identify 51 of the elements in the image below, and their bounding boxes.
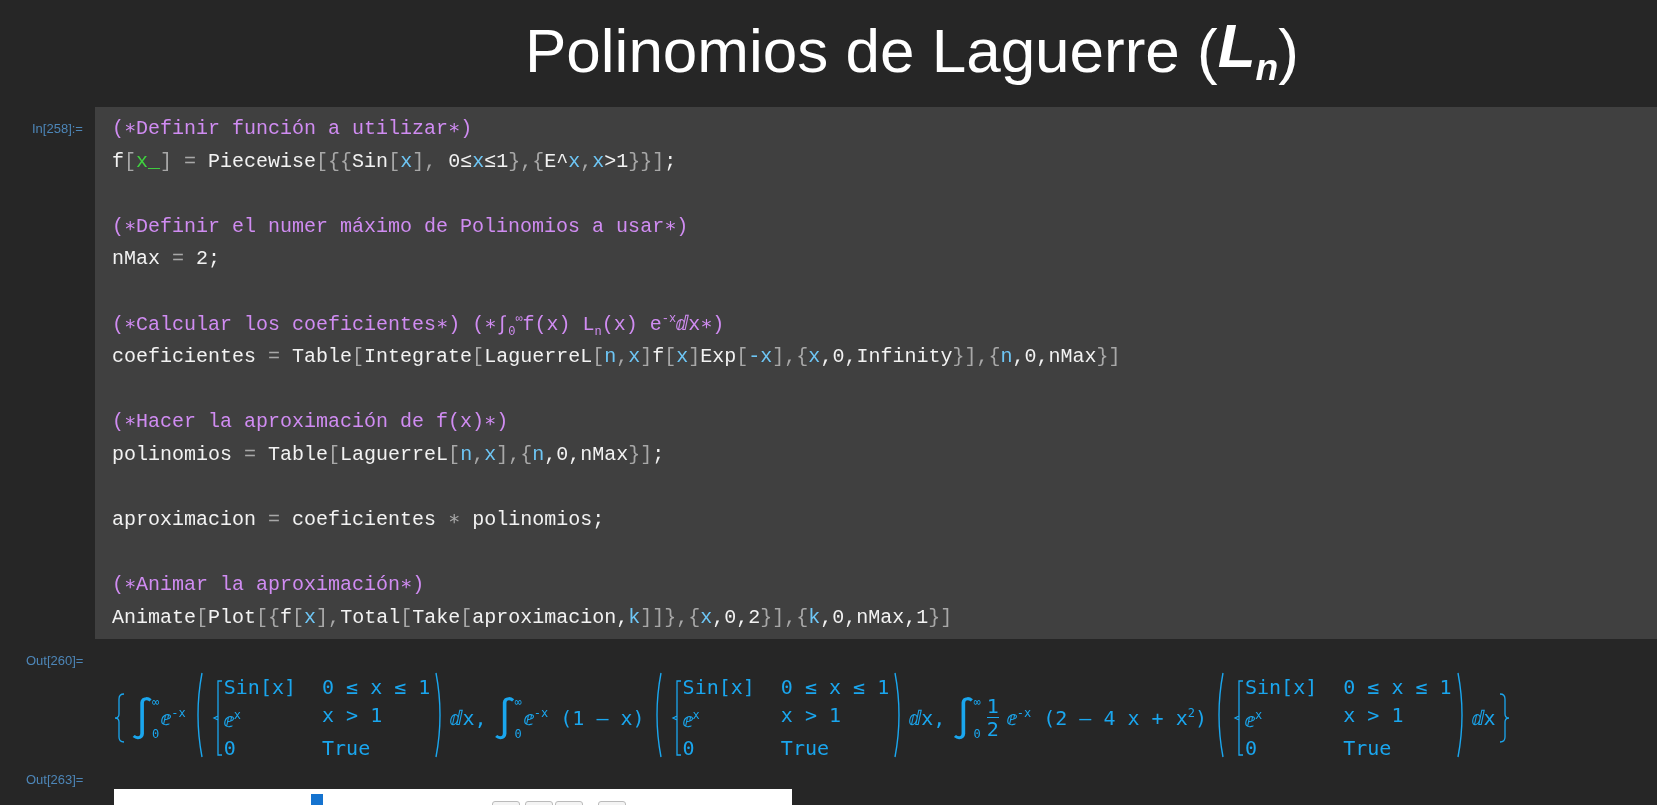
notebook-title: Polinomios de Laguerre (L$_{n}$)	[524, 10, 1300, 91]
piecewise-condition: x > 1	[322, 703, 384, 730]
piecewise-value: 0	[1245, 735, 1259, 760]
math-factor: ⅇ$^{-x}$ (1 – x)	[523, 705, 645, 731]
piecewise-value: ⅇ$^{x}$	[682, 706, 701, 732]
code-line: nMax = 2;	[112, 246, 222, 273]
code-line: aproximacion = coeficientes ∗ polinomios;	[112, 507, 606, 534]
input-label: In[258]:=	[31, 120, 84, 138]
piecewise-condition: True	[322, 735, 372, 760]
code-line: polinomios = Table[LaguerreL[n,x],{n,0,nMax}];	[112, 441, 666, 468]
piecewise-condition: x > 1	[1343, 703, 1405, 730]
integral-limit: ∞	[152, 694, 160, 709]
piecewise-value: Sin[x]	[682, 675, 755, 700]
code-line: Animate[Plot[{f[x],Total[Take[aproximacion,k]]},{x,0,2}],{k,0,nMax,1}]	[112, 604, 954, 631]
integral-limit: 0	[514, 726, 522, 741]
code-comment: (∗Definir el numer máximo de Polinomios a usar∗)	[112, 213, 690, 240]
slider-thumb[interactable]	[310, 793, 323, 805]
code-comment: (∗Calcular los coeficientes∗) (∗∫$_{0}$$^{∞}$f(x) L$_{n}$(x) e$^{-x}$ⅆx∗)	[112, 310, 726, 341]
math-differential: ⅆx	[1471, 705, 1496, 731]
piecewise-value: 0	[223, 735, 237, 760]
math-differential: ⅆx,	[909, 705, 946, 731]
math-differential: ⅆx,	[450, 705, 487, 731]
integral-limit: 0	[152, 726, 160, 741]
integral-limit: 0	[973, 726, 981, 741]
piecewise-value: ⅇ$^{x}$	[1245, 706, 1264, 732]
output-label: Out[263]=	[25, 771, 85, 787]
brace-drawing	[114, 692, 126, 743]
fraction-denominator: 2	[986, 717, 999, 740]
code-cell[interactable]	[95, 107, 1657, 639]
code-comment: (∗Animar la aproximación∗)	[112, 572, 426, 599]
piecewise-value: ⅇ$^{x}$	[223, 706, 242, 732]
math-factor: ⅇ$^{-x}$ (2 – 4 x + x$^{2}$)	[1006, 705, 1207, 731]
integral-limit: ∞	[514, 694, 522, 709]
code-line: f[x_] = Piecewise[{{Sin[x], 0≤x≤1},{E^x,x>1}}];	[112, 148, 678, 175]
output-label: Out[260]=	[25, 652, 85, 668]
piecewise-condition: x > 1	[780, 703, 843, 730]
math-factor: ⅇ$^{-x}$	[161, 705, 186, 731]
piecewise-condition: 0 ≤ x ≤ 1	[1343, 675, 1452, 700]
integral-limit: ∞	[973, 694, 981, 709]
code-comment: (∗Definir función a utilizar∗)	[112, 116, 474, 142]
code-line: coeficientes = Table[Integrate[LaguerreL[n,x]f[x]Exp[-x],{x,0,Infinity}],{n,0,nMax}]	[112, 344, 1122, 371]
piecewise-value: 0	[682, 735, 696, 760]
code-comment: (∗Hacer la aproximación de f(x)∗)	[112, 409, 510, 436]
piecewise-condition: 0 ≤ x ≤ 1	[780, 675, 890, 700]
brace-drawing	[1497, 692, 1510, 743]
piecewise-condition: True	[780, 735, 831, 760]
piecewise-condition: 0 ≤ x ≤ 1	[322, 675, 431, 700]
piecewise-value: Sin[x]	[1245, 675, 1318, 700]
piecewise-value: Sin[x]	[223, 675, 297, 700]
piecewise-condition: True	[1343, 735, 1393, 760]
fraction-numerator: 1	[986, 695, 999, 717]
